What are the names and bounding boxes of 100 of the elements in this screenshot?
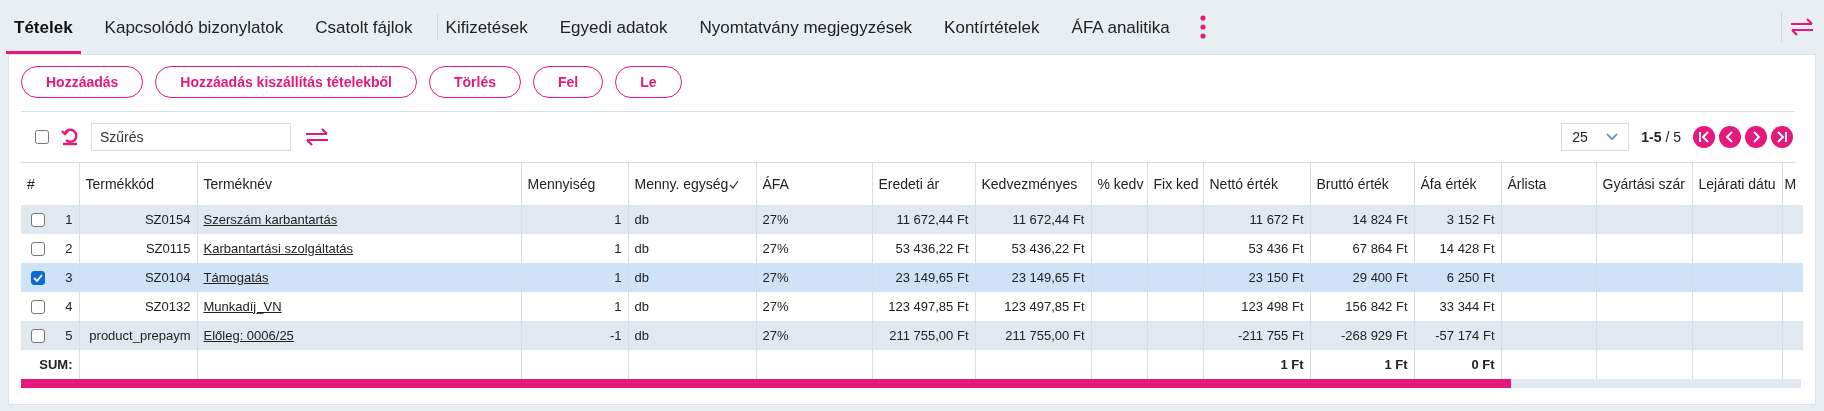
reset-icon[interactable] bbox=[61, 128, 79, 146]
table-cell: 211 755,00 Ft bbox=[889, 327, 969, 343]
table-cell: 29 400 Ft bbox=[1352, 269, 1408, 285]
column-header[interactable]: Bruttó érték bbox=[1316, 173, 1389, 195]
table-cell: -57 174 Ft bbox=[1435, 327, 1495, 343]
column-header[interactable]: Gyártási szár bbox=[1602, 173, 1685, 195]
table-cell: product_prepaym bbox=[89, 327, 191, 343]
table-cell: 27% bbox=[762, 327, 789, 343]
table-row[interactable]: 4 SZ0132 Munkadíj_VN 1 db 27% 123 497,85 Ft 123 497,85 Ft 123 498 Ft 156 842 Ft 33 344 Ft bbox=[21, 292, 1803, 321]
page-size-dropdown[interactable]: 25 bbox=[1561, 123, 1630, 151]
table-cell: 1 bbox=[614, 298, 622, 314]
tab[interactable]: Kifizetések bbox=[437, 0, 536, 54]
column-header[interactable]: % kedv bbox=[1097, 173, 1144, 195]
column-header[interactable]: Terméknév bbox=[203, 173, 272, 195]
column-header[interactable]: Termékkód bbox=[85, 173, 154, 195]
product-link[interactable]: Munkadíj_VN bbox=[203, 298, 282, 314]
column-header[interactable]: Árlista bbox=[1507, 173, 1547, 195]
row-checkbox[interactable] bbox=[31, 270, 45, 285]
table-cell: 1 bbox=[614, 211, 622, 227]
previous-page-icon[interactable] bbox=[1719, 126, 1741, 148]
tab[interactable]: Csatolt fájlok bbox=[307, 0, 421, 54]
tab[interactable]: Egyedi adatok bbox=[551, 0, 676, 54]
table-cell: 23 150 Ft bbox=[1248, 269, 1304, 285]
table-cell: 27% bbox=[762, 269, 789, 285]
select-all-checkbox[interactable] bbox=[35, 130, 49, 144]
column-header[interactable]: M bbox=[1784, 173, 1797, 195]
table-cell: 14 428 Ft bbox=[1439, 240, 1495, 256]
tab[interactable]: Kontírtételek bbox=[936, 0, 1048, 54]
table-cell: db bbox=[634, 327, 649, 343]
product-link[interactable]: Karbantartási szolgáltatás bbox=[203, 240, 354, 256]
table-cell: 14 824 Ft bbox=[1352, 211, 1408, 227]
row-number: 5 bbox=[65, 326, 73, 345]
table-row[interactable]: 5 product_prepaym Előleg: 0006/25 -1 db 27% 211 755,00 Ft 211 755,00 Ft -211 755 Ft -268 929 Ft -57 174 Ft bbox=[21, 321, 1803, 350]
page-range: 1-5 bbox=[1641, 127, 1662, 147]
table-cell: 33 344 Ft bbox=[1439, 298, 1495, 314]
column-header[interactable]: Lejárati dátu bbox=[1698, 173, 1776, 195]
last-page-icon[interactable] bbox=[1771, 126, 1793, 148]
table-cell: 11 672,44 Ft bbox=[1012, 211, 1085, 227]
product-link[interactable]: Támogatás bbox=[203, 269, 269, 285]
column-header[interactable]: Áfa érték bbox=[1420, 173, 1477, 195]
table-cell: db bbox=[634, 269, 649, 285]
column-header[interactable]: # bbox=[27, 173, 35, 195]
table-cell: 3 152 Ft bbox=[1446, 211, 1495, 227]
table-cell: db bbox=[634, 240, 649, 256]
table-row[interactable]: 3 SZ0104 Támogatás 1 db 27% 23 149,65 Ft 23 149,65 Ft 23 150 Ft 29 400 Ft 6 250 Ft bbox=[21, 263, 1803, 292]
column-header[interactable]: Fix ked bbox=[1153, 173, 1199, 195]
table-cell: 1 bbox=[614, 240, 622, 256]
tab[interactable]: Nyomtatvány megjegyzések bbox=[691, 0, 921, 54]
table-cell: db bbox=[634, 298, 649, 314]
row-checkbox[interactable] bbox=[31, 212, 45, 227]
column-header[interactable]: Eredeti ár bbox=[878, 173, 940, 195]
column-header[interactable]: Kedvezményes bbox=[981, 173, 1078, 195]
column-header[interactable]: Mennyiség bbox=[527, 173, 596, 195]
table-cell: 53 436 Ft bbox=[1248, 240, 1304, 256]
table-cell: 11 672,44 Ft bbox=[896, 211, 969, 227]
first-page-icon[interactable] bbox=[1693, 126, 1715, 148]
row-checkbox[interactable] bbox=[31, 241, 45, 256]
sum-cell: 0 Ft bbox=[1471, 356, 1495, 372]
caret-icon bbox=[1606, 133, 1619, 141]
row-checkbox[interactable] bbox=[31, 328, 45, 343]
table-cell: 23 149,65 Ft bbox=[895, 269, 969, 285]
scrollbar-track[interactable] bbox=[21, 379, 1801, 388]
table-cell: 27% bbox=[762, 298, 789, 314]
sum-cell: 1 Ft bbox=[1384, 356, 1408, 372]
table-cell: 11 672 Ft bbox=[1249, 211, 1304, 227]
table-row[interactable]: 1 SZ0154 Szerszám karbantartás 1 db 27% 11 672,44 Ft 11 672,44 Ft 11 672 Ft 14 824 Ft 3 152 Ft bbox=[21, 205, 1803, 234]
table-cell: 1 bbox=[614, 269, 622, 285]
table-cell: SZ0115 bbox=[145, 240, 191, 256]
table-cell: 53 436,22 Ft bbox=[895, 240, 969, 256]
scrollbar-thumb[interactable] bbox=[21, 379, 1511, 388]
table-cell: -211 755 Ft bbox=[1237, 327, 1304, 343]
column-header[interactable]: Nettó érték bbox=[1209, 173, 1278, 195]
table-cell: -1 bbox=[609, 327, 622, 343]
sum-cell: 1 Ft bbox=[1280, 356, 1304, 372]
table-cell: 123 498 Ft bbox=[1241, 298, 1304, 314]
swap-arrows-icon[interactable] bbox=[305, 128, 329, 146]
sum-label: SUM: bbox=[39, 356, 73, 372]
table-cell: 23 149,65 Ft bbox=[1011, 269, 1085, 285]
next-page-icon[interactable] bbox=[1745, 126, 1767, 148]
table-cell: 67 864 Ft bbox=[1352, 240, 1408, 256]
row-number: 4 bbox=[65, 297, 73, 316]
table-cell: 6 250 Ft bbox=[1446, 269, 1495, 285]
page-total: / 5 bbox=[1665, 127, 1681, 147]
tab[interactable]: ÁFA analitika bbox=[1063, 0, 1178, 54]
table-cell: db bbox=[634, 211, 649, 227]
table-cell: 211 755,00 Ft bbox=[1005, 327, 1085, 343]
product-link[interactable]: Előleg: 0006/25 bbox=[203, 327, 294, 343]
table-cell: 156 842 Ft bbox=[1345, 298, 1408, 314]
filter-field[interactable]: Szűrés bbox=[91, 123, 291, 151]
table-cell: 123 497,85 Ft bbox=[1004, 298, 1085, 314]
row-checkbox[interactable] bbox=[31, 299, 45, 314]
table-row[interactable]: 2 SZ0115 Karbantartási szolgáltatás 1 db 27% 53 436,22 Ft 53 436,22 Ft 53 436 Ft 67 864 Ft 14 428 Ft bbox=[21, 234, 1803, 263]
table-cell: SZ0132 bbox=[144, 298, 191, 314]
tab[interactable]: Kapcsolódó bizonylatok bbox=[96, 0, 292, 54]
table-cell: 27% bbox=[762, 211, 789, 227]
table-cell: -268 929 Ft bbox=[1341, 327, 1408, 343]
product-link[interactable]: Szerszám karbantartás bbox=[203, 211, 338, 227]
row-number: 1 bbox=[65, 210, 73, 229]
column-header[interactable]: ÁFA bbox=[762, 173, 789, 195]
column-header[interactable]: Menny. egység bbox=[634, 173, 729, 195]
